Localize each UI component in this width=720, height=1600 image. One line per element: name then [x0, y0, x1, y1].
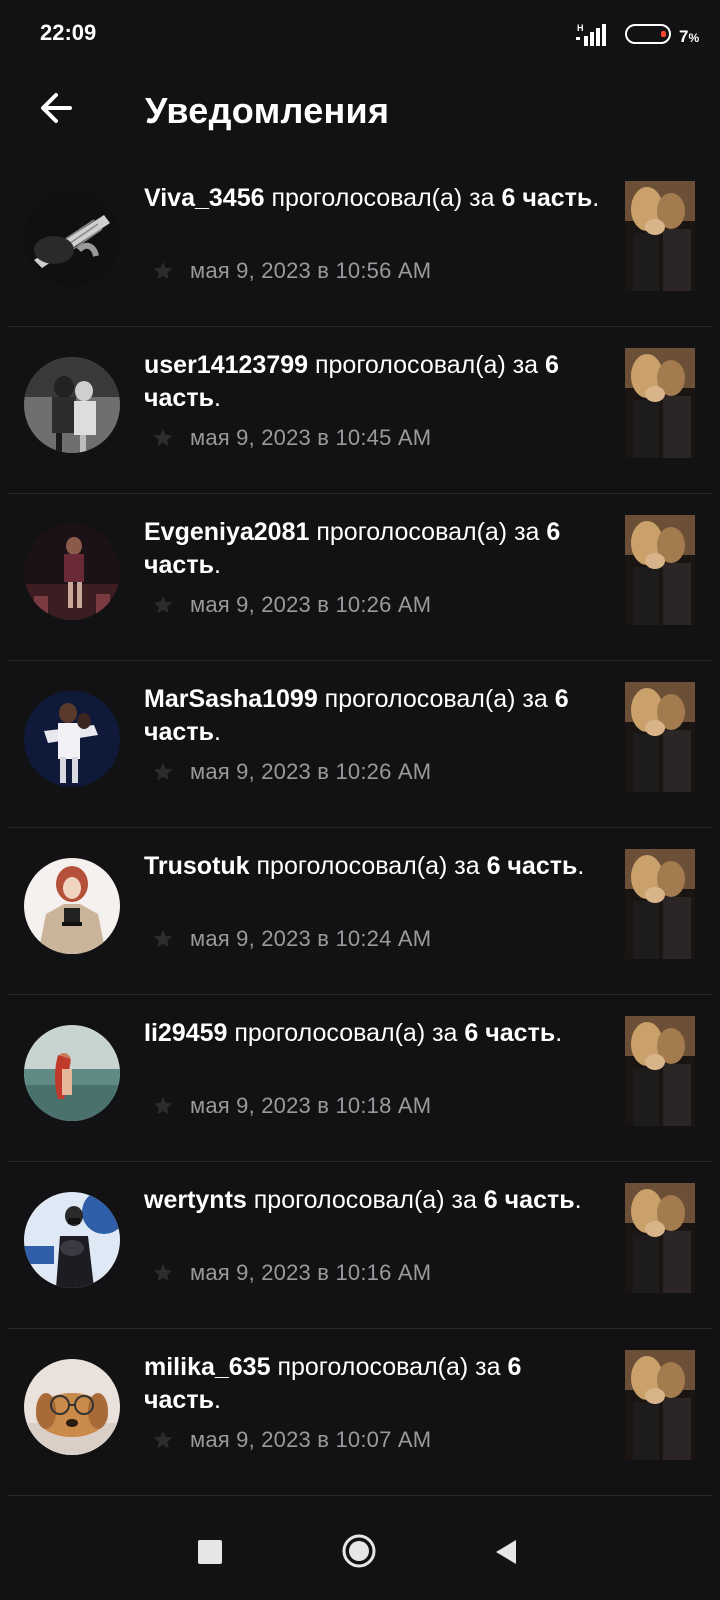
battery-icon: [625, 24, 671, 44]
notification-meta: мая 9, 2023 в 10:24 AM: [152, 924, 431, 954]
timestamp: мая 9, 2023 в 10:24 AM: [190, 926, 432, 951]
username[interactable]: Ii29459: [144, 1019, 227, 1047]
notification-meta: мая 9, 2023 в 10:45 AM: [152, 423, 431, 453]
status-bar: 22:09 H 7%: [0, 0, 720, 70]
username[interactable]: Evgeniya2081: [144, 518, 309, 546]
story-cover-thumbnail[interactable]: [625, 181, 695, 291]
battery-level: [661, 31, 666, 37]
username[interactable]: Trusotuk: [144, 852, 250, 880]
story-cover-thumbnail[interactable]: [625, 682, 695, 792]
timestamp: мая 9, 2023 в 10:18 AM: [190, 1093, 432, 1118]
notification-item[interactable]: milika_635 проголосовал(а) за 6 часть. м…: [8, 1329, 712, 1496]
notification-meta: мая 9, 2023 в 10:56 AM: [152, 256, 431, 286]
star-icon: [153, 762, 173, 781]
notification-meta: мая 9, 2023 в 10:26 AM: [152, 757, 431, 787]
timestamp: мая 9, 2023 в 10:45 AM: [190, 425, 432, 450]
story-cover-thumbnail[interactable]: [625, 1183, 695, 1293]
star-icon: [153, 1096, 173, 1115]
avatar[interactable]: [24, 524, 120, 620]
home-circle-icon[interactable]: [341, 1533, 377, 1569]
story-cover-thumbnail[interactable]: [625, 1350, 695, 1460]
back-arrow-icon[interactable]: [28, 80, 84, 136]
avatar[interactable]: [24, 858, 120, 954]
star-icon: [153, 929, 173, 948]
app-header: Уведомления: [0, 70, 720, 156]
notification-text: milika_635 проголосовал(а) за 6 часть.: [144, 1353, 522, 1414]
timestamp: мая 9, 2023 в 10:07 AM: [190, 1427, 432, 1452]
username[interactable]: Viva_3456: [144, 184, 265, 212]
network-type-label: H: [577, 23, 584, 33]
username[interactable]: MarSasha1099: [144, 685, 318, 713]
notification-text: wertynts проголосовал(а) за 6 часть.: [144, 1186, 582, 1214]
story-cover-thumbnail[interactable]: [625, 849, 695, 959]
star-icon: [153, 428, 173, 447]
story-cover-thumbnail[interactable]: [625, 515, 695, 625]
star-icon: [153, 1263, 173, 1282]
timestamp: мая 9, 2023 в 10:56 AM: [190, 258, 432, 283]
avatar[interactable]: [24, 1192, 120, 1288]
story-cover-thumbnail[interactable]: [625, 348, 695, 458]
timestamp: мая 9, 2023 в 10:16 AM: [190, 1260, 432, 1285]
notification-meta: мая 9, 2023 в 10:26 AM: [152, 590, 431, 620]
star-icon: [153, 595, 173, 614]
notification-item[interactable]: Evgeniya2081 проголосовал(а) за 6 часть.…: [8, 494, 712, 661]
page-title: Уведомления: [145, 90, 390, 131]
notification-item[interactable]: Ii29459 проголосовал(а) за 6 часть. мая …: [8, 995, 712, 1162]
avatar[interactable]: [24, 1025, 120, 1121]
notification-item[interactable]: MarSasha1099 проголосовал(а) за 6 часть.…: [8, 661, 712, 828]
notification-meta: мая 9, 2023 в 10:16 AM: [152, 1258, 431, 1288]
star-icon: [153, 1430, 173, 1449]
status-time: 22:09: [40, 20, 97, 45]
recents-square-icon[interactable]: [198, 1540, 222, 1564]
notification-text: Viva_3456 проголосовал(а) за 6 часть.: [144, 184, 600, 212]
avatar[interactable]: [24, 691, 120, 787]
notification-text: MarSasha1099 проголосовал(а) за 6 часть.: [144, 685, 569, 746]
timestamp: мая 9, 2023 в 10:26 AM: [190, 592, 432, 617]
avatar[interactable]: [24, 1359, 120, 1455]
notification-item[interactable]: wertynts проголосовал(а) за 6 часть. мая…: [8, 1162, 712, 1329]
battery-percent: 7%: [679, 27, 700, 46]
notification-item[interactable]: Viva_3456 проголосовал(а) за 6 часть. ма…: [8, 160, 712, 327]
avatar[interactable]: [24, 357, 120, 453]
notification-text: Ii29459 проголосовал(а) за 6 часть.: [144, 1019, 563, 1047]
notification-text: Trusotuk проголосовал(а) за 6 часть.: [144, 852, 585, 880]
username[interactable]: milika_635: [144, 1353, 271, 1381]
timestamp: мая 9, 2023 в 10:26 AM: [190, 759, 432, 784]
notification-meta: мая 9, 2023 в 10:18 AM: [152, 1091, 431, 1121]
notification-meta: мая 9, 2023 в 10:07 AM: [152, 1425, 431, 1455]
back-triangle-icon[interactable]: [494, 1538, 518, 1566]
notification-list: Viva_3456 проголосовал(а) за 6 часть. ма…: [0, 160, 720, 1496]
notification-item[interactable]: user14123799 проголосовал(а) за 6 часть.…: [8, 327, 712, 494]
notification-text: user14123799 проголосовал(а) за 6 часть.: [144, 351, 559, 412]
username[interactable]: wertynts: [144, 1186, 247, 1214]
notification-text: Evgeniya2081 проголосовал(а) за 6 часть.: [144, 518, 561, 579]
system-nav-bar: [0, 1496, 720, 1600]
username[interactable]: user14123799: [144, 351, 308, 379]
story-cover-thumbnail[interactable]: [625, 1016, 695, 1126]
star-icon: [153, 261, 173, 280]
notification-item[interactable]: Trusotuk проголосовал(а) за 6 часть. мая…: [8, 828, 712, 995]
signal-icon: H: [576, 23, 606, 46]
avatar[interactable]: [24, 190, 120, 286]
